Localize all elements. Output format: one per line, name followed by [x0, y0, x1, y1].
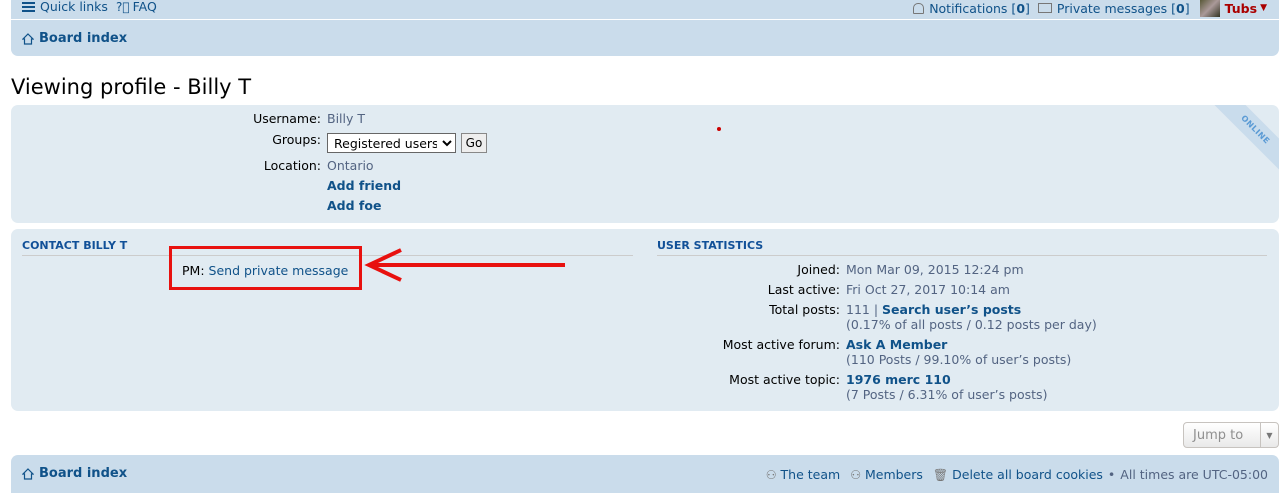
username-value: Billy T — [327, 111, 366, 126]
stats-heading: USER STATISTICS — [657, 239, 764, 252]
active-forum-link[interactable]: Ask A Member — [846, 337, 947, 352]
page-title: Viewing profile - Billy T — [11, 75, 252, 99]
total-posts-label: Total posts: — [769, 302, 840, 317]
chevron-down-icon: ▼ — [1260, 423, 1278, 447]
location-field-label: Location: — [263, 158, 321, 173]
red-dot — [717, 127, 721, 131]
username-label: Tubs — [1224, 0, 1258, 16]
private-messages-link[interactable]: Private messages [0] — [1037, 0, 1190, 16]
last-active-label: Last active: — [767, 282, 840, 297]
bell-icon — [913, 2, 925, 14]
last-active-value: Fri Oct 27, 2017 10:14 am — [846, 282, 1010, 297]
online-badge: ONLINE — [1204, 105, 1279, 181]
timezone-text: All times are UTC-05:00 — [1120, 467, 1268, 482]
faq-link[interactable]: ?⃝ FAQ — [116, 0, 157, 14]
delete-cookies-label: Delete all board cookies — [952, 467, 1103, 482]
user-nav: Notifications [0] Private messages [0] T… — [905, 0, 1267, 17]
jump-to-button[interactable]: Jump to ▼ — [1183, 422, 1279, 448]
notifications-label: Notifications — [929, 0, 1008, 16]
members-label: Members — [864, 467, 923, 482]
active-topic-detail: (7 Posts / 6.31% of user’s posts) — [846, 387, 1048, 402]
stats-panel: CONTACT BILLY T PM: Send private message… — [11, 229, 1279, 411]
active-topic-value: 1976 merc 110 — [846, 372, 951, 387]
add-friend-link[interactable]: Add friend — [327, 178, 401, 193]
the-team-label: The team — [780, 467, 841, 482]
envelope-icon — [1037, 3, 1052, 13]
members-link[interactable]: ⚇ Members — [850, 467, 923, 482]
footer-navbar: Board index ⚇ The team ⚇ Members 🗑 Delet… — [11, 455, 1279, 493]
caret-down-icon: ▼ — [1260, 3, 1267, 13]
footer-board-index-link[interactable]: Board index — [21, 466, 128, 481]
annotation-highlight-box — [169, 246, 362, 290]
profile-panel: Username: Billy T Groups: Registered use… — [11, 105, 1279, 223]
jump-to-label: Jump to — [1193, 427, 1244, 443]
separator-dot: • — [1107, 467, 1116, 482]
annotation-arrow-icon — [364, 248, 565, 282]
people-icon: ⚇ — [765, 467, 777, 482]
footer-links: ⚇ The team ⚇ Members 🗑 Delete all board … — [756, 467, 1268, 482]
groups-field-label: Groups: — [272, 132, 321, 147]
groups-select[interactable]: Registered users — [327, 133, 456, 153]
question-icon: ?⃝ — [116, 0, 130, 14]
delete-cookies-link[interactable]: 🗑 Delete all board cookies — [933, 467, 1103, 482]
active-forum-detail: (110 Posts / 99.10% of user’s posts) — [846, 352, 1072, 367]
joined-label: Joined: — [797, 262, 840, 277]
notifications-count: 0 — [1016, 0, 1026, 16]
active-forum-label: Most active forum: — [722, 337, 840, 352]
board-index-label: Board index — [39, 31, 128, 46]
trash-icon: 🗑 — [932, 467, 949, 482]
total-posts-value: 111 | Search user’s posts — [846, 302, 1022, 317]
faq-label: FAQ — [132, 0, 157, 14]
home-icon — [21, 32, 35, 45]
the-team-link[interactable]: ⚇ The team — [766, 467, 840, 482]
active-forum-value: Ask A Member — [846, 337, 947, 352]
top-navbar: Quick links ?⃝ FAQ Notifications [0] Pri… — [11, 0, 1279, 56]
active-topic-link[interactable]: 1976 merc 110 — [846, 372, 951, 387]
stats-divider — [657, 255, 1267, 256]
breadcrumb-board-index[interactable]: Board index — [21, 31, 128, 46]
active-topic-label: Most active topic: — [729, 372, 840, 387]
home-icon — [21, 467, 35, 480]
quick-links-label: Quick links — [40, 0, 108, 14]
navbar-top-row: Quick links ?⃝ FAQ Notifications [0] Pri… — [11, 0, 1279, 20]
avatar — [1199, 0, 1220, 17]
posts-detail: (0.17% of all posts / 0.12 posts per day… — [846, 317, 1097, 332]
contact-heading: CONTACT BILLY T — [22, 239, 128, 252]
username-field-label: Username: — [253, 111, 321, 126]
notifications-link[interactable]: Notifications [0] — [913, 1, 1030, 16]
total-posts-count: 111 — [846, 302, 870, 317]
footer-board-index-label: Board index — [39, 466, 128, 481]
pm-count: 0 — [1176, 0, 1185, 16]
go-button[interactable]: Go — [461, 133, 487, 153]
location-value: Ontario — [327, 158, 374, 173]
joined-value: Mon Mar 09, 2015 12:24 pm — [846, 262, 1024, 277]
user-menu[interactable]: Tubs ▼ — [1198, 0, 1267, 17]
quick-links-menu[interactable]: Quick links — [22, 0, 108, 14]
pm-label: Private messages — [1056, 0, 1168, 16]
add-foe-link[interactable]: Add foe — [327, 198, 381, 213]
search-user-posts-link[interactable]: Search user’s posts — [882, 302, 1021, 317]
hamburger-icon — [22, 1, 35, 12]
people-icon: ⚇ — [850, 467, 861, 482]
